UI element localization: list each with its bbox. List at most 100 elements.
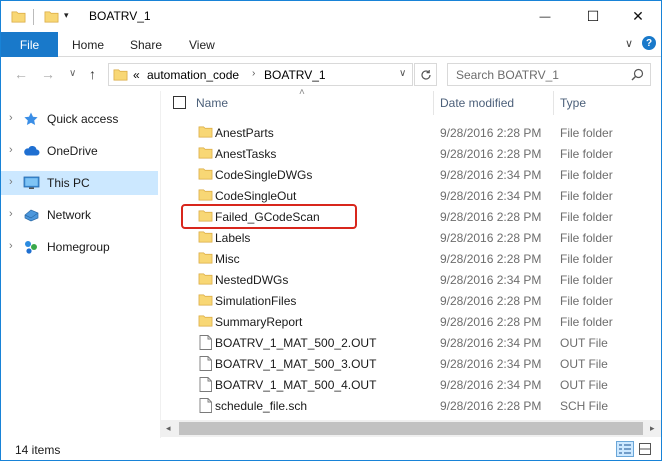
select-all-checkbox[interactable] <box>173 96 186 109</box>
file-row[interactable]: schedule_file.sch 9/28/2016 2:28 PM SCH Fi… <box>161 395 661 416</box>
file-type: OUT File <box>560 378 608 392</box>
sidebar-item-label: Homegroup <box>47 240 110 254</box>
file-row[interactable]: CodeSingleOut 9/28/2016 2:34 PM File folde… <box>161 185 661 206</box>
file-row[interactable]: SummaryReport 9/28/2016 2:28 PM File folde… <box>161 311 661 332</box>
refresh-button[interactable] <box>414 63 437 86</box>
file-date-modified: 9/28/2016 2:34 PM <box>440 168 542 182</box>
search-icon[interactable] <box>631 68 644 81</box>
properties-folder-icon[interactable] <box>44 9 59 27</box>
breadcrumb-automation-code[interactable]: automation_code <box>147 68 239 82</box>
horizontal-scrollbar[interactable]: ◂ ▸ <box>161 420 661 437</box>
search-input[interactable] <box>456 67 626 83</box>
refresh-icon <box>420 69 431 80</box>
sidebar-item-label: Quick access <box>47 112 119 126</box>
expand-ribbon-chevron-icon[interactable]: ∨ <box>625 37 633 50</box>
forward-arrow-icon[interactable]: → <box>41 66 55 82</box>
help-icon[interactable]: ? <box>642 36 656 50</box>
file-date-modified: 9/28/2016 2:34 PM <box>440 357 542 371</box>
maximize-button[interactable]: ☐ <box>570 1 616 32</box>
column-header-type[interactable]: Type <box>560 96 586 110</box>
file-row[interactable]: BOATRV_1_MAT_500_3.OUT 9/28/2016 2:34 PM O… <box>161 353 661 374</box>
close-icon: ✕ <box>632 8 644 24</box>
file-row[interactable]: SimulationFiles 9/28/2016 2:28 PM File fol… <box>161 290 661 311</box>
up-arrow-icon[interactable]: ↑ <box>89 66 96 82</box>
expand-chevron-icon[interactable]: › <box>9 176 13 188</box>
file-name: Misc <box>215 252 240 266</box>
file-row[interactable]: NestedDWGs 9/28/2016 2:34 PM File folder <box>161 269 661 290</box>
file-date-modified: 9/28/2016 2:28 PM <box>440 252 542 266</box>
close-button[interactable]: ✕ <box>615 1 661 32</box>
folder-icon <box>198 167 213 184</box>
item-count: 14 items <box>15 443 61 457</box>
tab-share[interactable]: Share <box>130 32 162 57</box>
sidebar-item-label: Network <box>47 208 92 222</box>
file-row[interactable]: Labels 9/28/2016 2:28 PM File folder <box>161 227 661 248</box>
scroll-left-arrow-icon[interactable]: ◂ <box>166 423 171 434</box>
file-row[interactable]: CodeSingleDWGs 9/28/2016 2:34 PM File fold… <box>161 164 661 185</box>
title-bar: ▾ BOATRV_1 — ☐ ✕ <box>1 1 661 32</box>
folder-icon[interactable] <box>11 9 26 27</box>
sidebar-item-label: OneDrive <box>47 144 98 158</box>
breadcrumb-overflow[interactable]: « <box>133 68 140 82</box>
homegroup-icon <box>23 239 40 258</box>
file-type: File folder <box>560 273 613 287</box>
minimize-icon: — <box>539 10 551 23</box>
column-separator[interactable] <box>433 91 434 115</box>
folder-icon <box>198 272 213 289</box>
file-row[interactable]: Misc 9/28/2016 2:28 PM File folder <box>161 248 661 269</box>
file-date-modified: 9/28/2016 2:28 PM <box>440 126 542 140</box>
file-type: OUT File <box>560 357 608 371</box>
file-type: File folder <box>560 168 613 182</box>
navigation-pane: › Quick access › OneDrive › This PC › Ne… <box>1 91 160 438</box>
address-dropdown-icon[interactable]: ∨ <box>399 68 406 79</box>
recent-locations-chevron-icon[interactable]: ∨ <box>69 68 76 79</box>
file-row[interactable]: AnestTasks 9/28/2016 2:28 PM File folder <box>161 143 661 164</box>
folder-icon <box>198 251 213 268</box>
sidebar-item-this-pc[interactable]: › This PC <box>1 171 158 195</box>
breadcrumb-boatrv-1[interactable]: BOATRV_1 <box>264 68 326 82</box>
computer-icon <box>23 175 40 194</box>
file-name: schedule_file.sch <box>215 399 308 413</box>
highlight-annotation <box>181 204 357 229</box>
tab-view[interactable]: View <box>189 32 215 57</box>
file-row[interactable]: BOATRV_1_MAT_500_2.OUT 9/28/2016 2:34 PM O… <box>161 332 661 353</box>
file-row[interactable]: BOATRV_1_MAT_500_4.OUT 9/28/2016 2:34 PM O… <box>161 374 661 395</box>
file-date-modified: 9/28/2016 2:28 PM <box>440 294 542 308</box>
folder-icon <box>198 230 213 247</box>
column-header-date-modified[interactable]: Date modified <box>440 96 514 110</box>
expand-chevron-icon[interactable]: › <box>9 208 13 220</box>
file-date-modified: 9/28/2016 2:28 PM <box>440 210 542 224</box>
expand-chevron-icon[interactable]: › <box>9 112 13 124</box>
file-name: Labels <box>215 231 251 245</box>
cloud-icon <box>23 143 40 162</box>
column-header-name[interactable]: Name <box>196 96 228 110</box>
scroll-right-arrow-icon[interactable]: ▸ <box>650 423 655 434</box>
explorer-window: ▾ BOATRV_1 — ☐ ✕ File Home Share View ∨ … <box>0 0 662 461</box>
expand-chevron-icon[interactable]: › <box>9 240 13 252</box>
sidebar-item-network[interactable]: › Network <box>1 203 158 227</box>
sidebar-item-homegroup[interactable]: › Homegroup <box>1 235 158 259</box>
file-list: ˄ Name Date modified Type AnestParts 9/28… <box>161 87 661 438</box>
quick-access-toolbar-dropdown[interactable]: ▾ <box>64 10 69 21</box>
scrollbar-thumb[interactable] <box>179 422 643 435</box>
address-bar[interactable]: « automation_code › BOATRV_1 ∨ <box>108 63 413 86</box>
sidebar-item-quick-access[interactable]: › Quick access <box>1 107 158 131</box>
expand-chevron-icon[interactable]: › <box>9 144 13 156</box>
back-arrow-icon[interactable]: ← <box>14 66 28 82</box>
large-icons-view-icon <box>639 443 651 455</box>
sidebar-item-onedrive[interactable]: › OneDrive <box>1 139 158 163</box>
details-view-button[interactable] <box>616 441 634 457</box>
tab-file[interactable]: File <box>1 32 58 57</box>
folder-icon <box>198 314 213 331</box>
large-icons-view-button[interactable] <box>636 441 654 457</box>
status-bar: 14 items <box>1 438 661 460</box>
file-date-modified: 9/28/2016 2:28 PM <box>440 231 542 245</box>
file-type: File folder <box>560 231 613 245</box>
column-separator[interactable] <box>553 91 554 115</box>
tab-home[interactable]: Home <box>72 32 104 57</box>
minimize-button[interactable]: — <box>522 1 568 32</box>
file-row[interactable]: AnestParts 9/28/2016 2:28 PM File folder <box>161 122 661 143</box>
breadcrumb-separator-icon[interactable]: › <box>252 68 255 79</box>
search-box[interactable] <box>447 63 651 86</box>
file-type: OUT File <box>560 336 608 350</box>
